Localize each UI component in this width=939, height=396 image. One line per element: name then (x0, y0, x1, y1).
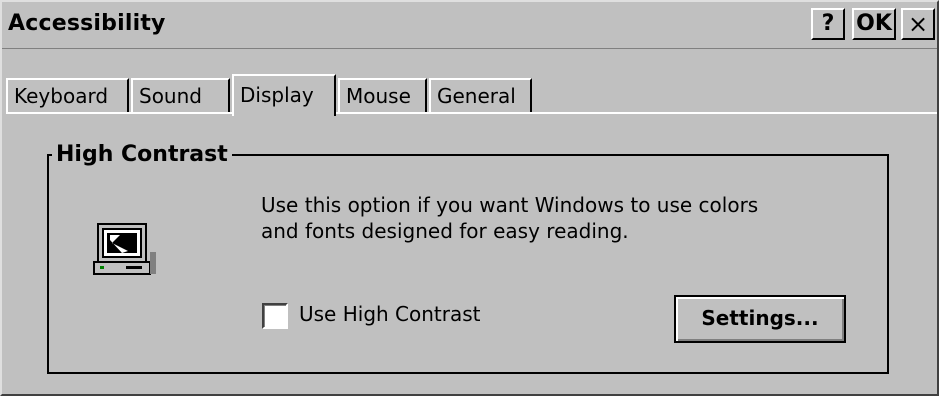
description-line-2: and fonts designed for easy reading. (261, 219, 629, 243)
use-high-contrast-label[interactable]: Use High Contrast (299, 302, 481, 326)
close-button[interactable]: × (901, 8, 935, 40)
high-contrast-description: Use this option if you want Windows to u… (261, 192, 861, 244)
monitor-icon (93, 223, 156, 275)
tab-display[interactable]: Display (232, 74, 336, 116)
tab-keyboard[interactable]: Keyboard (6, 78, 129, 114)
tab-general[interactable]: General (429, 78, 532, 114)
ok-button[interactable]: OK (852, 8, 896, 40)
tab-mouse[interactable]: Mouse (338, 78, 427, 114)
help-button[interactable]: ? (811, 8, 845, 40)
use-high-contrast-checkbox[interactable] (262, 303, 288, 329)
tab-sound[interactable]: Sound (131, 78, 230, 114)
title-bar: Accessibility ? OK × (2, 2, 937, 49)
settings-button[interactable]: Settings... (674, 295, 846, 343)
description-line-1: Use this option if you want Windows to u… (261, 193, 759, 217)
accessibility-window: Accessibility ? OK × Keyboard Sound Disp… (0, 0, 939, 396)
group-title: High Contrast (52, 142, 232, 167)
window-title: Accessibility (8, 11, 166, 36)
